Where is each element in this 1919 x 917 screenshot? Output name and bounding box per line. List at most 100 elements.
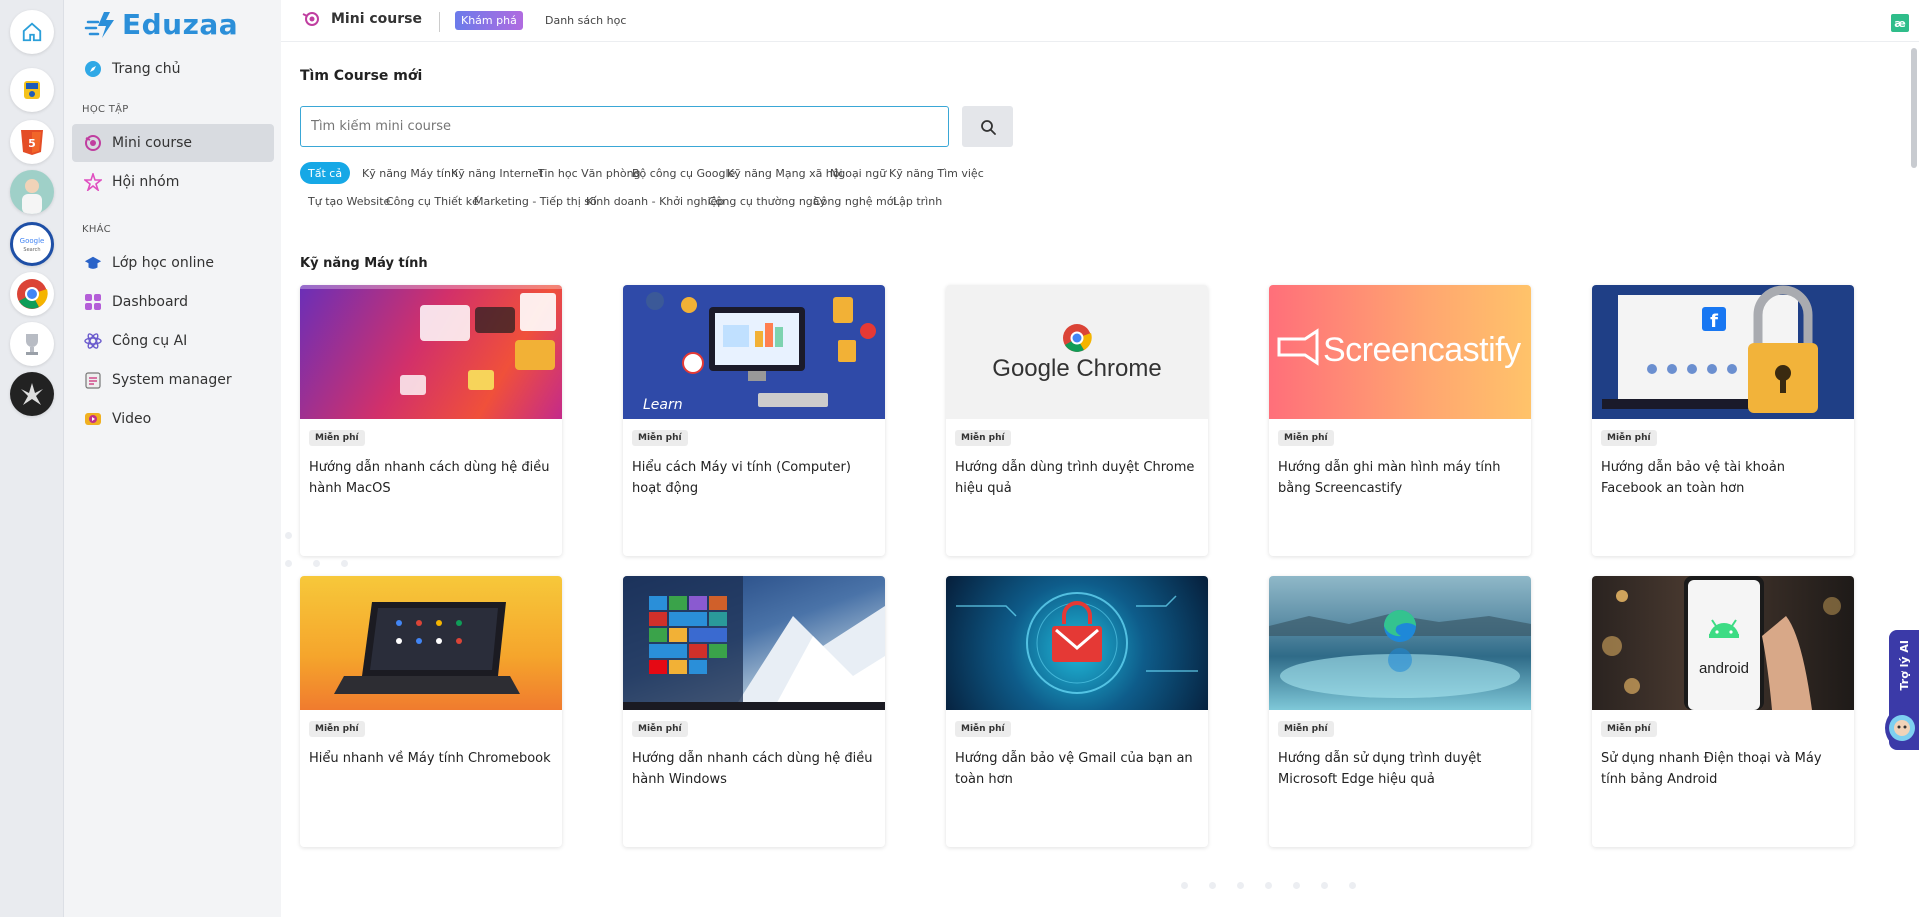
tab-explore[interactable]: Khám phá (455, 11, 523, 30)
course-title[interactable]: Hướng dẫn nhanh cách dùng hệ điều hành W… (632, 748, 876, 790)
course-thumbnail (623, 576, 885, 710)
html5-icon[interactable]: 5 (10, 120, 54, 164)
course-title[interactable]: Sử dụng nhanh Điện thoại và Máy tính bản… (1601, 748, 1845, 790)
brand-name: Eduzaa (122, 8, 239, 41)
course-card[interactable]: Miễn phí Hướng dẫn sử dụng trình duyệt M… (1269, 576, 1531, 847)
main-content: Mini course Khám phá Danh sách học æ Tìm… (281, 0, 1919, 917)
decor-dot (341, 560, 348, 567)
robot-avatar-icon (1889, 715, 1915, 741)
chrome-icon[interactable] (10, 272, 54, 316)
decor-dot (285, 532, 292, 539)
price-badge: Miễn phí (1601, 430, 1657, 446)
mini-course-icon (302, 12, 319, 26)
decor-dot (1265, 882, 1272, 889)
sidebar-item-label: Công cụ AI (112, 333, 188, 349)
sidebar-item-label: Video (112, 411, 152, 427)
search-heading: Tìm Course mới (300, 68, 423, 84)
price-badge: Miễn phí (309, 721, 365, 737)
course-card[interactable]: Miễn phí Hướng dẫn bảo vệ Gmail của bạn … (946, 576, 1208, 847)
sidebar-item-video[interactable]: Video (72, 400, 274, 438)
home-icon[interactable] (10, 10, 54, 54)
mini-course-icon (84, 134, 102, 152)
thumbnail-text: Google Chrome (992, 355, 1162, 382)
sidebar-item-mini-course[interactable]: Mini course (72, 124, 274, 162)
page-title: Mini course (301, 10, 422, 28)
sidebar-section-study: HỌC TẬP (82, 104, 129, 115)
section-title: Kỹ năng Máy tính (300, 256, 428, 271)
course-thumbnail: Screencastify (1269, 285, 1531, 419)
sidebar-item-system-manager[interactable]: System manager (72, 361, 274, 399)
page-title-text: Mini course (331, 11, 422, 27)
decor-dot (1209, 882, 1216, 889)
partner-logo[interactable]: æ (1891, 14, 1909, 32)
course-thumbnail: Learn (623, 285, 885, 419)
course-card[interactable]: Miễn phí Hiểu nhanh về Máy tính Chromebo… (300, 576, 562, 847)
course-title[interactable]: Hướng dẫn bảo vệ tài khoản Facebook an t… (1601, 457, 1845, 499)
app-rail: 5 Google Search (0, 0, 64, 917)
course-card[interactable]: android Miễn phí Sử dụng nhanh Điện thoạ… (1592, 576, 1854, 847)
user-avatar-icon[interactable] (10, 170, 54, 214)
graduation-cap-icon (84, 254, 102, 272)
tab-learning-list[interactable]: Danh sách học (545, 14, 626, 27)
sidebar-item-online-class[interactable]: Lớp học online (72, 244, 274, 282)
topbar-divider (439, 12, 440, 32)
course-card[interactable]: f Miễn phí Hướng dẫn bảo vệ tài khoản Fa… (1592, 285, 1854, 556)
compass-icon (84, 60, 102, 78)
price-badge: Miễn phí (1278, 430, 1334, 446)
course-thumbnail: f (1592, 285, 1854, 419)
sidebar-item-groups[interactable]: Hội nhóm (72, 163, 274, 201)
price-badge: Miễn phí (632, 721, 688, 737)
course-thumbnail (300, 576, 562, 710)
search-button[interactable] (962, 106, 1013, 147)
topbar: Mini course Khám phá Danh sách học æ (281, 0, 1919, 42)
course-card[interactable]: Google Chrome Miễn phí Hướng dẫn dùng tr… (946, 285, 1208, 556)
thumbnail-text: Screencastify (1323, 331, 1521, 369)
dashboard-icon (84, 293, 102, 311)
brand-logo[interactable]: Eduzaa (84, 8, 238, 41)
decor-dot (1237, 882, 1244, 889)
search-icon (980, 119, 996, 135)
course-title[interactable]: Hướng dẫn dùng trình duyệt Chrome hiệu q… (955, 457, 1199, 499)
dark-avatar-icon[interactable] (10, 372, 54, 416)
decor-dot (1293, 882, 1300, 889)
sidebar-item-label: Lớp học online (112, 255, 214, 271)
chip-job-skills[interactable]: Kỹ năng Tìm việc (881, 162, 992, 184)
google-search-icon[interactable]: Google Search (10, 222, 54, 266)
course-title[interactable]: Hướng dẫn ghi màn hình máy tính bằng Scr… (1278, 457, 1522, 499)
course-card[interactable]: Miễn phí Hướng dẫn nhanh cách dùng hệ đi… (623, 576, 885, 847)
course-card[interactable]: Screencastify Miễn phí Hướng dẫn ghi màn… (1269, 285, 1531, 556)
chip-all[interactable]: Tất cả (300, 162, 351, 184)
svg-text:Search: Search (23, 247, 40, 253)
svg-text:f: f (1710, 311, 1718, 332)
course-thumbnail (946, 576, 1208, 710)
svg-text:5: 5 (28, 137, 36, 150)
decor-dot (1321, 882, 1328, 889)
thumbnail-text: android (1698, 660, 1750, 677)
course-title[interactable]: Hướng dẫn nhanh cách dùng hệ điều hành M… (309, 457, 553, 499)
course-title[interactable]: Hướng dẫn bảo vệ Gmail của bạn an toàn h… (955, 748, 1199, 790)
course-title[interactable]: Hướng dẫn sử dụng trình duyệt Microsoft … (1278, 748, 1522, 790)
course-title[interactable]: Hiểu cách Máy vi tính (Computer) hoạt độ… (632, 457, 876, 499)
price-badge: Miễn phí (1601, 721, 1657, 737)
course-card[interactable]: Miễn phí Hướng dẫn nhanh cách dùng hệ đi… (300, 285, 562, 556)
course-card[interactable]: Learn Miễn phí Hiểu cách Máy vi tính (Co… (623, 285, 885, 556)
school-logo-icon[interactable] (10, 68, 54, 112)
search-input[interactable] (300, 106, 949, 147)
sidebar-item-dashboard[interactable]: Dashboard (72, 283, 274, 321)
sidebar-item-label: Dashboard (112, 294, 188, 310)
sidebar-item-label: System manager (112, 372, 232, 388)
course-title[interactable]: Hiểu nhanh về Máy tính Chromebook (309, 748, 553, 769)
decor-dot (1349, 882, 1356, 889)
trophy-icon[interactable] (10, 322, 54, 366)
course-thumbnail: android (1592, 576, 1854, 710)
price-badge: Miễn phí (632, 430, 688, 446)
sidebar-section-other: KHÁC (82, 224, 111, 235)
sidebar-item-home[interactable]: Trang chủ (72, 50, 274, 88)
svg-text:Google: Google (20, 237, 45, 245)
ai-assistant-label: Trợ lý AI (1897, 640, 1911, 691)
sidebar-item-label: Mini course (112, 135, 192, 151)
sidebar-item-ai-tools[interactable]: Công cụ AI (72, 322, 274, 360)
vertical-scrollbar[interactable] (1911, 48, 1917, 168)
sidebar-item-label: Trang chủ (112, 61, 181, 77)
chip-programming[interactable]: Lập trình (885, 190, 950, 212)
